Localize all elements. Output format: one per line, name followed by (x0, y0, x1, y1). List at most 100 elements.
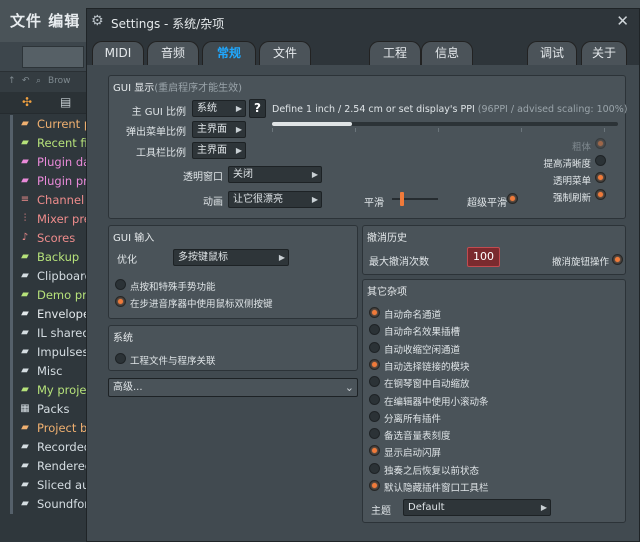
folder-icon: ▰ (21, 365, 29, 376)
browser-item[interactable]: ▦ Packs (0, 400, 86, 419)
knob-undo-toggle[interactable] (612, 254, 623, 265)
option-toggle[interactable] (369, 341, 380, 353)
browser-item[interactable]: ▰ My proje (0, 381, 86, 400)
gui-option-toggle[interactable] (595, 189, 606, 200)
tab-4[interactable]: 工程 (369, 41, 421, 65)
popup-scale-value: 主界面 (197, 124, 227, 135)
advanced-dropdown[interactable]: 高级... ⌄ (108, 378, 358, 397)
option-label: 自动命名通道 (384, 310, 442, 321)
tab-5[interactable]: 信息 (421, 41, 473, 65)
browser-item-indent (10, 419, 13, 438)
theme-dropdown[interactable]: Default ▶ (403, 499, 551, 516)
tab-7[interactable]: 关于 (581, 41, 627, 65)
browser-item-label: Envelope (37, 307, 86, 321)
smooth-slider[interactable] (392, 192, 438, 206)
toolbar-scale-dropdown[interactable]: 主界面 ▶ (192, 142, 246, 159)
browser-item[interactable]: ▰ Plugin da (0, 153, 86, 172)
browser-item-indent (10, 210, 13, 229)
main-scale-dropdown[interactable]: 系统 ▶ (192, 100, 246, 117)
browser-item-indent (10, 362, 13, 381)
gui-option-label: 粗体 (571, 142, 591, 153)
browser-item[interactable]: ▰ Current p (0, 115, 86, 134)
browser-item-indent (10, 343, 13, 362)
browser-item-indent (10, 457, 13, 476)
settings-title: Settings - 系统/杂项 (111, 17, 225, 31)
browser-item-indent (10, 248, 13, 267)
browser-item[interactable]: ▰ Recorded (0, 438, 86, 457)
browser-item[interactable]: ⫶ Mixer pre (0, 210, 86, 229)
tab-1[interactable]: 音频 (147, 41, 199, 65)
browser-item[interactable]: ▰ Soundfor (0, 495, 86, 514)
browser-item-label: Clipboard (37, 269, 86, 283)
option-toggle[interactable] (369, 462, 380, 474)
search-icon[interactable]: ⌕ (36, 76, 41, 86)
folder-icon: ▰ (21, 137, 29, 148)
folder-icon: ▰ (21, 156, 29, 167)
animation-dropdown[interactable]: 让它很漂亮 ▶ (228, 191, 322, 208)
browser-item[interactable]: ▰ Recent fi (0, 134, 86, 153)
ppi-slider-fill (272, 122, 352, 126)
option-toggle[interactable] (369, 445, 380, 457)
gui-option-toggle[interactable] (595, 172, 606, 183)
popup-scale-dropdown[interactable]: 主界面 ▶ (192, 121, 246, 138)
option-toggle[interactable] (369, 393, 380, 405)
browser-item[interactable]: ▰ Rendered (0, 457, 86, 476)
tab-6[interactable]: 调试 (527, 41, 577, 65)
file-icon[interactable]: ▤ (60, 95, 71, 109)
pattern-icon[interactable]: ✣ (22, 95, 32, 109)
gui-display-subtitle: (重启程序才能生效) (154, 83, 243, 94)
option-toggle[interactable] (369, 324, 380, 336)
tab-0[interactable]: MIDI (92, 41, 144, 65)
browser-item[interactable]: ▰ Demo pro (0, 286, 86, 305)
browser-item-label: Scores (37, 231, 76, 245)
misc-panel: 其它杂项 自动命名通道 自动命名效果插槽 自动收缩空闲通道 自动选择链接的模块 在钢琴窗… (362, 279, 626, 523)
option-label: 点按和特殊手势功能 (130, 282, 216, 293)
background-menu-title[interactable]: 文件 编辑 (10, 10, 80, 31)
option-toggle[interactable] (115, 279, 126, 290)
option-toggle[interactable] (369, 428, 380, 440)
transparent-window-dropdown[interactable]: 关闭 ▶ (228, 166, 322, 183)
ppi-slider[interactable] (272, 122, 618, 126)
browser-item[interactable]: ▰ Envelope (0, 305, 86, 324)
slider-tick (438, 128, 439, 132)
browser-item[interactable]: ▰ Impulses (0, 343, 86, 362)
tab-3[interactable]: 文件 (259, 41, 311, 65)
browser-item[interactable]: ≡ Channel (0, 191, 86, 210)
transparent-window-value: 关闭 (233, 169, 253, 180)
smooth-slider-handle[interactable] (400, 192, 404, 206)
gui-option-toggle[interactable] (595, 138, 606, 149)
option-label: 分离所有插件 (384, 413, 442, 425)
folder-icon: ▰ (21, 460, 29, 471)
option-toggle[interactable] (369, 410, 380, 422)
browser-item-indent (10, 229, 13, 248)
browser-item[interactable]: ▰ Plugin pr (0, 172, 86, 191)
max-undo-value[interactable]: 100 (467, 247, 500, 267)
option-toggle[interactable] (115, 353, 126, 364)
browser-item-label: Recorded (37, 440, 86, 454)
browser-item[interactable]: ♪ Scores (0, 229, 86, 248)
browser-item[interactable]: ▰ Misc (0, 362, 86, 381)
folder-icon: ▰ (21, 346, 29, 357)
browser-item[interactable]: ▰ Backup (0, 248, 86, 267)
settings-content: GUI 显示(重启程序才能生效) 主 GUI 比例 系统 ▶ ? Define 1… (87, 65, 639, 541)
help-button[interactable]: ? (249, 99, 266, 118)
option-toggle[interactable] (115, 296, 126, 307)
settings-title-bar[interactable]: ⚙ Settings - 系统/杂项 ✕ (87, 9, 639, 35)
option-toggle[interactable] (369, 307, 380, 318)
browser-item[interactable]: ▰ Clipboard (0, 267, 86, 286)
option-toggle[interactable] (369, 376, 380, 388)
option-toggle[interactable] (369, 480, 380, 491)
background-toolbar-field[interactable] (22, 46, 84, 68)
browser-item[interactable]: ▰ IL shared (0, 324, 86, 343)
optimize-dropdown[interactable]: 多按键鼠标 ▶ (173, 249, 289, 266)
undo-icon[interactable]: ↶ (22, 76, 30, 86)
browser-item[interactable]: ▰ Project b (0, 419, 86, 438)
gui-option-toggle[interactable] (595, 155, 606, 166)
option-toggle[interactable] (369, 358, 380, 370)
arrow-up-icon[interactable]: ↑ (8, 76, 16, 86)
tab-2[interactable]: 常规 (202, 41, 256, 65)
close-icon[interactable]: ✕ (616, 12, 629, 30)
browser-item[interactable]: ▰ Sliced au (0, 476, 86, 495)
browser-panel: ↑ ↶ ⌕ Brow ✣ ▤ ▰ Current p ▰ Recent fi ▰ Plug… (0, 72, 86, 542)
smooth-label: 平滑 (364, 198, 384, 209)
